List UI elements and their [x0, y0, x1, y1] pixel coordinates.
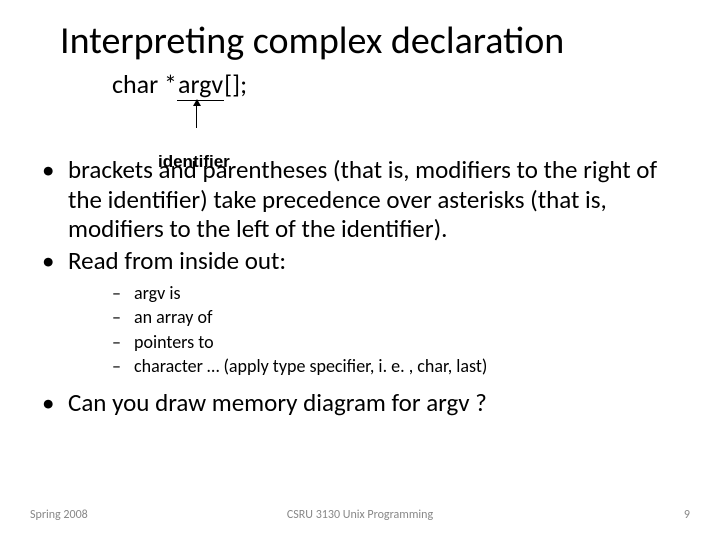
arrow-icon — [196, 100, 197, 128]
decl-suffix: []; — [224, 68, 247, 100]
decl-identifier: argv — [177, 68, 224, 101]
sub-bullet-list: argv is an array of pointers to characte… — [112, 281, 684, 378]
declaration-line: char *argv[]; — [0, 64, 720, 101]
footer-left: Spring 2008 — [30, 508, 88, 522]
slide: Interpreting complex declaration char *a… — [0, 0, 720, 540]
slide-title: Interpreting complex declaration — [0, 0, 720, 64]
footer-page-number: 9 — [684, 508, 690, 522]
bullet-1: brackets and parentheses (that is, modif… — [42, 155, 684, 244]
sub-bullet: pointers to — [112, 330, 684, 354]
footer-center: CSRU 3130 Unix Programming — [0, 508, 720, 522]
sub-bullet: character … (apply type specifier, i. e.… — [112, 354, 684, 378]
bullet-2: Read from inside out: — [42, 246, 684, 276]
decl-prefix: char * — [112, 68, 177, 100]
sub-bullet: argv is — [112, 281, 684, 305]
bullet-3: Can you draw memory diagram for argv ? — [42, 388, 684, 418]
sub-bullet: an array of — [112, 305, 684, 329]
bullet-list: brackets and parentheses (that is, modif… — [0, 101, 720, 418]
footer: Spring 2008 CSRU 3130 Unix Programming 9 — [0, 508, 720, 522]
